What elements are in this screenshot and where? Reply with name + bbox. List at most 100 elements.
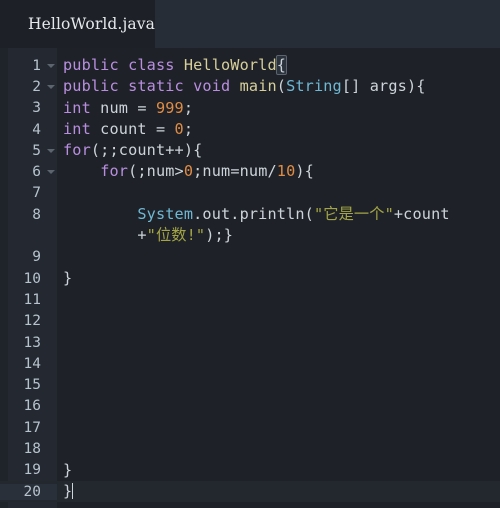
code-token: 10 [276,162,296,181]
code-line-text: int count = 0; [57,119,500,140]
code-token: "位数!" [146,226,206,245]
line-number: 6 [0,164,57,180]
line-number: 14 [23,355,41,372]
code-token: main [239,77,277,96]
editor-surface[interactable]: 1 public class HelloWorld{2 public static … [0,48,500,508]
code-line-text: public class HelloWorld{ [57,55,500,76]
code-token: "它是一个" [313,205,394,224]
line-number: 13 [23,334,41,351]
line-number: 8 [32,206,41,223]
tab-bar-empty-area [155,0,500,48]
code-line-text: +"位数!");} [57,225,500,246]
code-token: { [275,55,288,75]
code-line[interactable]: 1 public class HelloWorld{ [0,55,500,76]
code-token: for [100,162,129,181]
code-line[interactable]: 6 for(;num>0;num=num/10){ [0,161,500,182]
code-line[interactable]: +"位数!");} [0,225,500,246]
code-line[interactable]: 3 int num = 999; [0,98,500,119]
line-number: 10 [23,270,41,287]
code-line[interactable]: 7 [0,183,500,204]
code-line[interactable]: 13 [0,332,500,353]
code-line[interactable]: 18 [0,438,500,459]
line-number: 5 [0,143,57,159]
line-number: 7 [32,185,41,202]
code-token: .out.println( [193,205,314,224]
code-token: public [63,77,119,96]
code-token: num = [90,98,156,117]
code-line[interactable]: 20} [0,480,500,503]
code-token: ; [183,119,194,138]
line-number: 19 [23,462,41,479]
code-line[interactable]: 4 int count = 0; [0,119,500,140]
code-line[interactable]: 8 System.out.println("它是一个"+count [0,204,500,225]
code-line-text: for(;;count++){ [57,140,500,161]
code-token: ;num=num/ [193,162,277,181]
code-line-text: } [57,481,500,502]
code-token: HelloWorld [183,56,277,74]
chevron-down-icon[interactable] [47,170,55,175]
code-token: } [63,268,73,287]
code-line[interactable]: 9 [0,247,500,268]
code-line-text: } [57,268,500,289]
chevron-down-icon[interactable] [47,63,55,68]
code-line[interactable]: 19} [0,460,500,481]
code-token: ; [183,98,194,117]
code-token: [] [341,77,370,96]
code-token: (;num> [128,162,184,181]
code-line-text: } [57,460,500,481]
code-token: static [128,77,184,96]
line-number: 9 [32,249,41,266]
code-line[interactable]: 17 [0,417,500,438]
line-number: 15 [23,377,41,394]
code-line[interactable]: 2 public static void main(String[] args){ [0,76,500,97]
code-token: 999 [155,98,184,117]
code-line-text: System.out.println("它是一个"+count [57,204,500,225]
line-number: 3 [32,100,41,117]
code-token: args [369,77,407,96]
code-line[interactable]: 14 [0,353,500,374]
code-editor-window: HelloWorld.java 1 public class HelloWorld… [0,0,500,508]
code-token: int [63,98,91,117]
code-token: ){ [295,162,314,181]
code-token: ( [276,77,287,96]
line-number: 11 [23,291,41,308]
code-token: 0 [183,162,194,181]
code-line[interactable]: 15 [0,374,500,395]
chevron-down-icon[interactable] [47,148,55,153]
code-token: 0 [174,119,184,138]
line-number: 18 [23,440,41,457]
tab-label: HelloWorld.java [28,15,155,33]
tab-helloworld-java[interactable]: HelloWorld.java [0,0,155,48]
line-number: 20 [0,483,57,500]
code-token: } [63,481,73,500]
editor-tab-bar: HelloWorld.java [0,0,500,48]
code-line[interactable]: 5 for(;;count++){ [0,140,500,161]
text-cursor [72,482,74,499]
code-token: + [137,226,147,245]
line-number: 4 [32,121,41,138]
code-line[interactable]: 12 [0,311,500,332]
code-token: count = [90,119,175,138]
code-line[interactable]: 11 [0,289,500,310]
code-token: class [128,56,175,74]
code-line[interactable]: 10} [0,268,500,289]
code-token: public [63,56,119,74]
code-line-text: public static void main(String[] args){ [57,76,500,97]
chevron-down-icon[interactable] [47,84,55,89]
code-token: ){ [406,77,426,96]
code-token: (;;count++){ [90,141,203,160]
line-number: 1 [0,58,57,74]
code-token: } [63,460,73,479]
code-token: +count [393,205,450,224]
line-number: 17 [23,419,41,436]
code-token: void [193,77,231,96]
code-line[interactable]: 16 [0,396,500,417]
line-number: 12 [23,313,41,330]
